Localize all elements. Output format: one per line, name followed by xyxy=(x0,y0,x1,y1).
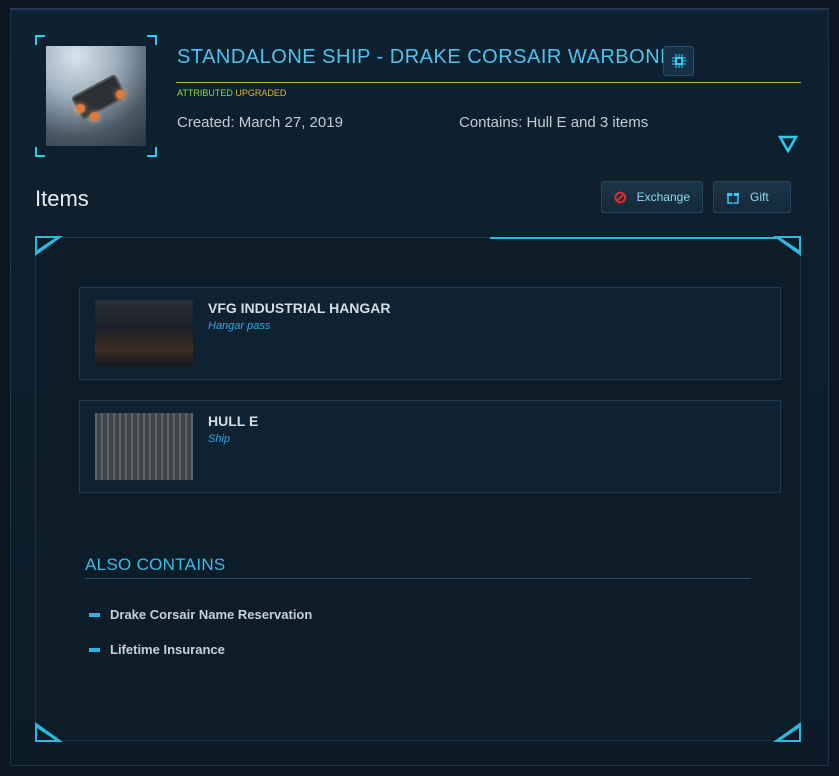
thumb-corner xyxy=(35,35,45,45)
panel-corner-decoration xyxy=(773,236,801,256)
thumb-corner xyxy=(147,147,157,157)
top-divider xyxy=(10,8,829,10)
also-contains-entry: Drake Corsair Name Reservation xyxy=(89,607,312,622)
item-type: Ship xyxy=(208,433,231,445)
thumb-corner xyxy=(35,147,45,157)
triangle-down-icon xyxy=(777,135,799,154)
item-name: VFG INDUSTRIAL HANGAR xyxy=(208,300,391,316)
entry-label: Drake Corsair Name Reservation xyxy=(110,607,313,622)
hull-blueprint-thumbnail xyxy=(95,413,193,480)
panel-accent-line xyxy=(490,237,780,239)
ship-image xyxy=(46,46,146,146)
entry-label: Lifetime Insurance xyxy=(110,642,225,657)
items-heading: Items xyxy=(35,186,89,211)
forbidden-icon xyxy=(614,191,627,203)
gift-label: Gift xyxy=(750,190,769,204)
ship-engine-glow xyxy=(90,112,99,121)
thumb-corner xyxy=(147,35,157,45)
exchange-button[interactable]: Exchange xyxy=(601,181,703,213)
status-tags: ATTRIBUTED UPGRADED xyxy=(177,88,286,98)
list-item[interactable]: VFG INDUSTRIAL HANGAR Hangar pass xyxy=(79,287,781,380)
collapse-toggle-button[interactable] xyxy=(777,134,799,154)
panel-corner-decoration xyxy=(773,722,801,742)
title-divider xyxy=(176,82,801,83)
list-item[interactable]: HULL E Ship xyxy=(79,400,781,493)
hangar-thumbnail xyxy=(95,300,193,367)
contains-summary: Contains: Hull E and 3 items xyxy=(459,114,649,131)
panel-corner-decoration xyxy=(35,236,63,256)
pledge-title: STANDALONE SHIP - DRAKE CORSAIR WARBOND xyxy=(177,46,676,68)
gift-box-icon xyxy=(727,193,739,204)
created-date: Created: March 27, 2019 xyxy=(177,114,343,131)
gift-button[interactable]: Gift xyxy=(713,181,791,213)
chip-button[interactable] xyxy=(663,46,694,76)
ship-engine-glow xyxy=(76,104,85,113)
ship-engine-glow xyxy=(116,90,125,99)
panel-corner-decoration xyxy=(35,722,63,742)
attributed-tag: ATTRIBUTED xyxy=(177,88,233,98)
pledge-thumbnail[interactable] xyxy=(35,35,157,157)
exchange-label: Exchange xyxy=(636,190,690,204)
upgraded-tag: UPGRADED xyxy=(235,88,287,98)
also-contains-entry: Lifetime Insurance xyxy=(89,642,225,657)
bullet-icon xyxy=(89,612,100,617)
item-name: HULL E xyxy=(208,413,259,429)
also-contains-divider xyxy=(85,578,751,579)
also-contains-heading: ALSO CONTAINS xyxy=(85,555,226,574)
microchip-icon xyxy=(671,54,686,68)
bullet-icon xyxy=(89,647,100,652)
item-type: Hangar pass xyxy=(208,320,271,332)
